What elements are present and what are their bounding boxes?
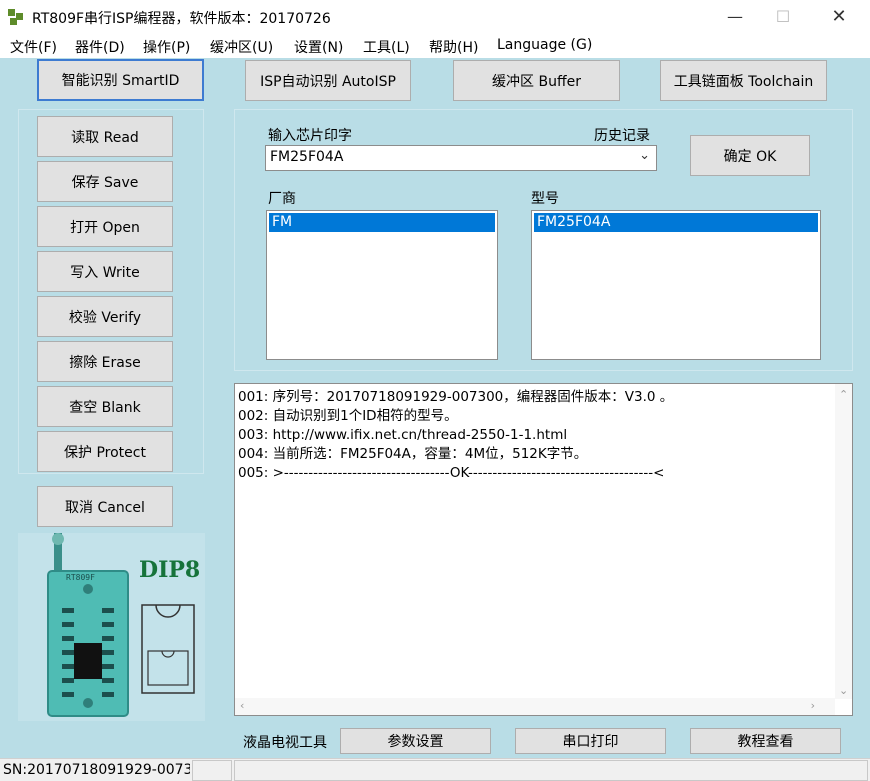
chip-marking-value: FM25F04A [270,149,344,165]
status-pane [192,760,232,781]
write-button[interactable]: 写入 Write [37,251,173,292]
log-lines: 001: 序列号：20170718091929-007300，编程器固件版本：V… [238,388,673,483]
ok-button[interactable]: 确定 OK [690,135,810,176]
status-pane [234,760,868,781]
log-line: 005: >----------------------------------… [238,465,665,481]
manufacturer-label: 厂商 [268,191,296,207]
blank-check-button[interactable]: 查空 Blank [37,386,173,427]
autoisp-button[interactable]: ISP自动识别 AutoISP [245,60,411,101]
menu-language[interactable]: Language (G) [497,37,592,53]
socket-brand-label: RT809F [66,573,95,582]
log-line: 004: 当前所选：FM25F04A，容量：4M位，512K字节。 [238,446,588,462]
tutorial-button[interactable]: 教程查看 [690,728,841,754]
menu-device[interactable]: 器件(D) [75,37,125,57]
cancel-button[interactable]: 取消 Cancel [37,486,173,527]
menu-buffer[interactable]: 缓冲区(U) [210,37,273,57]
lcd-tool-label: 液晶电视工具 [243,735,327,751]
smartid-button[interactable]: 智能识别 SmartID [37,59,204,101]
window-title: RT809F串行ISP编程器，软件版本：20170726 [32,11,331,27]
manufacturer-list-item[interactable]: FM [269,213,495,232]
verify-button[interactable]: 校验 Verify [37,296,173,337]
save-button[interactable]: 保存 Save [37,161,173,202]
scroll-down-icon[interactable]: ⌄ [839,684,848,697]
menu-operation[interactable]: 操作(P) [143,37,190,57]
toolchain-button[interactable]: 工具链面板 Toolchain [660,60,827,101]
model-label: 型号 [531,191,559,207]
main-panel: 智能识别 SmartID ISP自动识别 AutoISP 缓冲区 Buffer … [0,58,870,758]
buffer-button[interactable]: 缓冲区 Buffer [453,60,620,101]
scroll-left-icon[interactable]: ‹ [240,699,244,712]
vertical-scrollbar[interactable]: ⌃ ⌄ [835,384,852,699]
chip-socket-image: DIP8 RT809F [18,533,205,721]
log-line: 003: http://www.ifix.net.cn/thread-2550-… [238,427,568,443]
protect-button[interactable]: 保护 Protect [37,431,173,472]
chevron-down-icon[interactable]: ⌄ [639,148,650,163]
manufacturer-list[interactable]: FM [266,210,498,360]
chip-marking-combobox[interactable]: FM25F04A ⌄ [265,145,657,171]
model-list-item[interactable]: FM25F04A [534,213,818,232]
param-settings-button[interactable]: 参数设置 [340,728,491,754]
menu-tools[interactable]: 工具(L) [363,37,410,57]
horizontal-scrollbar[interactable]: ‹ › [235,698,835,715]
read-button[interactable]: 读取 Read [37,116,173,157]
menu-help[interactable]: 帮助(H) [429,37,478,57]
history-label: 历史记录 [594,128,650,144]
scroll-right-icon[interactable]: › [811,699,815,712]
menu-bar: 文件(F) 器件(D) 操作(P) 缓冲区(U) 设置(N) 工具(L) 帮助(… [0,34,870,58]
dip8-label: DIP8 [139,557,201,583]
open-button[interactable]: 打开 Open [37,206,173,247]
close-icon[interactable]: ✕ [816,0,862,32]
model-list[interactable]: FM25F04A [531,210,821,360]
log-line: 001: 序列号：20170718091929-007300，编程器固件版本：V… [238,389,674,405]
title-bar: RT809F串行ISP编程器，软件版本：20170726 — ☐ ✕ [0,0,870,34]
log-line: 002: 自动识别到1个ID相符的型号。 [238,408,458,424]
scroll-up-icon[interactable]: ⌃ [839,388,848,401]
minimize-icon[interactable]: — [712,0,758,32]
erase-button[interactable]: 擦除 Erase [37,341,173,382]
menu-settings[interactable]: 设置(N) [294,37,343,57]
serial-number-status: SN:20170718091929-0073 [3,762,190,778]
log-output[interactable]: 001: 序列号：20170718091929-007300，编程器固件版本：V… [234,383,853,716]
app-logo-icon [8,9,24,25]
status-bar: SN:20170718091929-0073 [0,758,870,781]
chip-input-label: 输入芯片印字 [268,128,352,144]
serial-print-button[interactable]: 串口打印 [515,728,666,754]
menu-file[interactable]: 文件(F) [10,37,57,57]
maximize-icon[interactable]: ☐ [760,0,806,32]
